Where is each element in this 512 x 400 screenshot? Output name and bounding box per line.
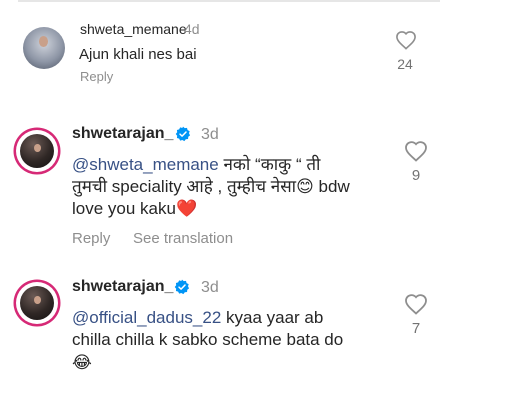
avatar[interactable] <box>23 27 65 69</box>
verified-badge-icon <box>174 279 190 295</box>
mention-link[interactable]: @official_dadus_22 <box>72 308 221 327</box>
comment-text-line-1: @official_dadus_22 kyaa yaar ab <box>72 307 323 328</box>
comment-text-line-3: 😂 <box>72 352 92 373</box>
comment-username[interactable]: shweta_memane <box>80 21 187 37</box>
comment-text: नको “काकु “ ती <box>218 155 321 174</box>
comment-text-line-1: @shweta_memane नको “काकु “ ती <box>72 154 320 175</box>
avatar-photo <box>20 134 54 168</box>
like-count: 24 <box>397 56 413 72</box>
comment-text: bdw <box>313 177 350 196</box>
red-heart-emoji: ❤️ <box>175 199 198 218</box>
comment-username[interactable]: shwetarajan_ <box>72 278 173 296</box>
like-count: 9 <box>411 167 421 184</box>
smiling-face-emoji: 😊 <box>296 177 314 196</box>
comment-text: तुमची speciality आहे , तुम्हीच नेसा <box>72 177 297 196</box>
like-count: 7 <box>411 320 421 337</box>
comment-text: Ajun khali nes bai <box>79 46 197 63</box>
comment-time: 4d <box>184 21 200 37</box>
heart-outline-icon[interactable] <box>404 293 428 315</box>
comment-time: 3d <box>201 279 219 296</box>
avatar-face <box>38 36 49 48</box>
avatar-photo <box>20 286 54 320</box>
comment-text-line-2: chilla chilla k sabko scheme bata do <box>72 329 343 350</box>
avatar-face <box>33 143 42 153</box>
comment-1: shweta_memane 4d Ajun khali nes bai Repl… <box>0 0 512 95</box>
heart-outline-icon[interactable] <box>395 30 417 50</box>
comment-text: chilla chilla k sabko scheme bata do <box>72 330 344 349</box>
see-translation-button[interactable]: See translation <box>133 230 233 247</box>
laughing-tears-emoji: 😂 <box>72 353 92 372</box>
mention-link[interactable]: @shweta_memane <box>72 155 219 174</box>
comment-text-line-3: love you kaku❤️ <box>72 198 197 219</box>
reply-button[interactable]: Reply <box>80 69 113 84</box>
comment-text-line-2: तुमची speciality आहे , तुम्हीच नेसा😊 bdw <box>72 176 350 197</box>
comment-time: 3d <box>201 126 219 143</box>
comment-2: shwetarajan_ 3d @shweta_memane नको “काकु… <box>0 110 512 260</box>
reply-button[interactable]: Reply <box>72 230 110 247</box>
verified-badge-icon <box>175 126 191 142</box>
avatar-face <box>33 295 42 305</box>
comment-text: love you kaku <box>72 199 176 218</box>
heart-outline-icon[interactable] <box>404 140 428 162</box>
comment-text: kyaa yaar ab <box>221 308 324 327</box>
avatar[interactable] <box>16 130 58 172</box>
avatar[interactable] <box>16 282 58 324</box>
comment-3: shwetarajan_ 3d @official_dadus_22 kyaa … <box>0 265 512 400</box>
comment-username[interactable]: shwetarajan_ <box>72 125 173 143</box>
